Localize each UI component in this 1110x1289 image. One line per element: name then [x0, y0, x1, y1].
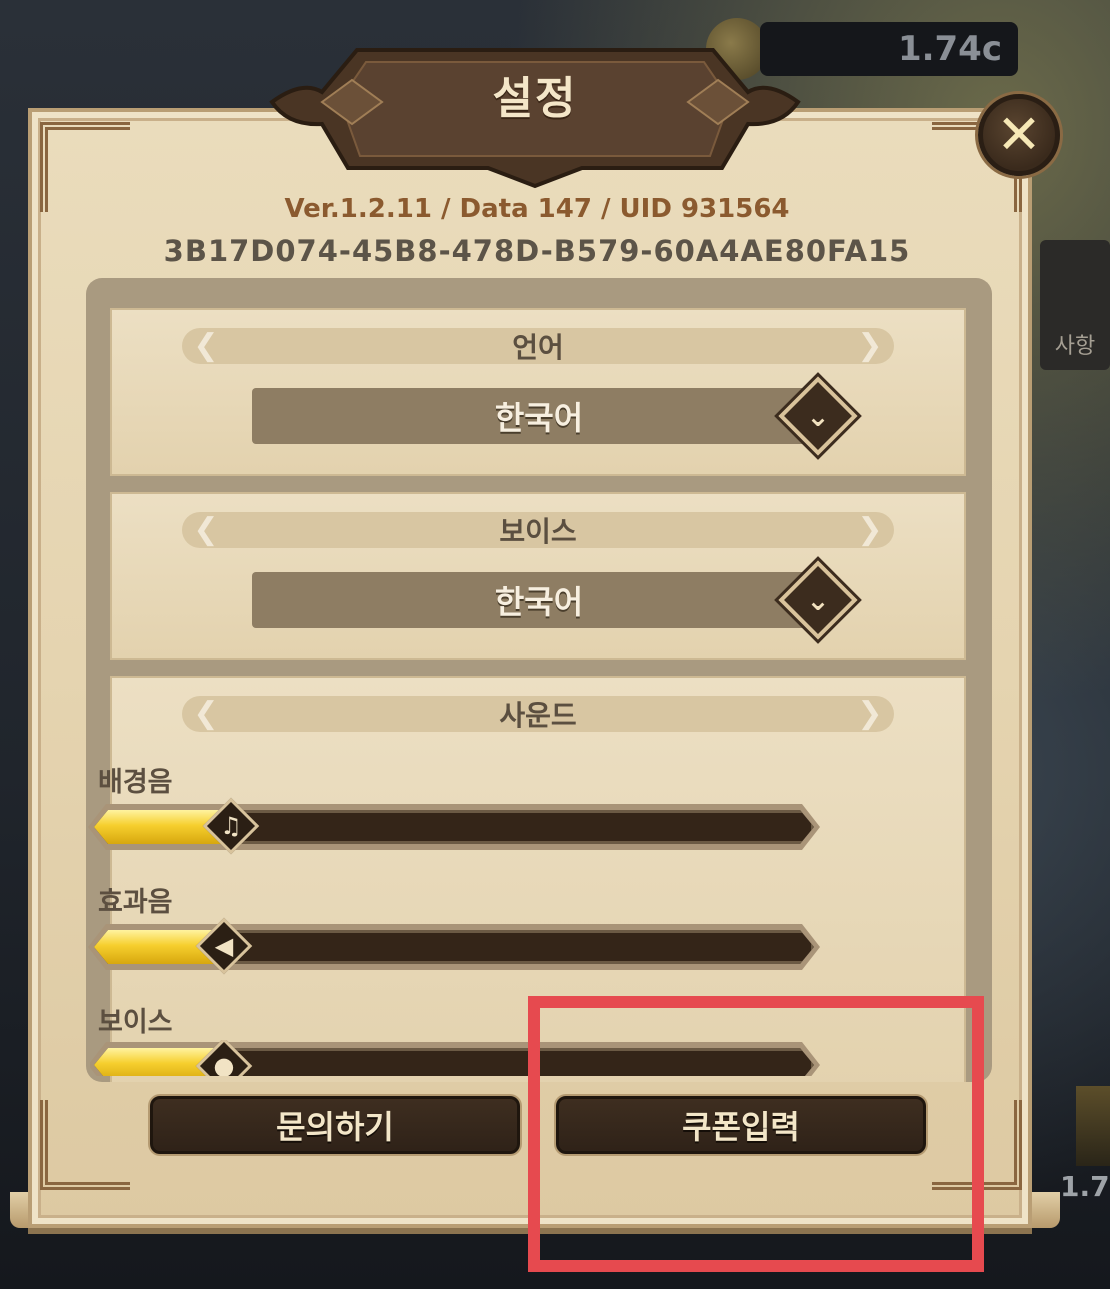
bgm-slider[interactable]: [94, 810, 814, 844]
chevron-down-icon: ⌄: [806, 583, 830, 617]
music-note-icon: ♫: [220, 812, 242, 840]
side-thumbnail: [1076, 1086, 1110, 1166]
voice-header: ❮ 보이스 ❯: [182, 512, 894, 548]
flourish-left-icon: ❮: [193, 328, 219, 363]
chevron-down-icon: ⌄: [806, 399, 830, 433]
side-notice-label: 사항: [1054, 334, 1096, 359]
inquiry-button[interactable]: 문의하기: [150, 1096, 520, 1154]
highlight-annotation: [528, 996, 984, 1272]
voice-card: ❮ 보이스 ❯ 한국어 ⌄: [110, 492, 966, 660]
language-card: ❮ 언어 ❯ 한국어 ⌄: [110, 308, 966, 476]
sound-header: ❮ 사운드 ❯: [182, 696, 894, 732]
voice-selected: 한국어: [494, 583, 584, 621]
corner-ornament: [40, 1100, 130, 1190]
close-icon: ✕: [996, 103, 1042, 166]
language-dropdown[interactable]: 한국어: [252, 388, 826, 444]
voice-dropdown[interactable]: 한국어: [252, 572, 826, 628]
microphone-icon: ●: [213, 1052, 235, 1076]
close-button[interactable]: ✕: [978, 94, 1060, 176]
flourish-right-icon: ❯: [857, 696, 883, 731]
version-info: Ver.1.2.11 / Data 147 / UID 931564: [284, 194, 790, 224]
inquiry-button-label: 문의하기: [276, 1108, 394, 1146]
speaker-icon: ◀: [214, 932, 234, 960]
device-id: 3B17D074-45B8-478D-B579-60A4AE80FA15: [163, 234, 911, 268]
dialog-title: 설정: [492, 73, 578, 124]
language-selected: 한국어: [494, 399, 584, 437]
voice-volume-label: 보이스: [98, 1007, 173, 1038]
title-banner: 설정: [262, 40, 808, 190]
voice-header-label: 보이스: [499, 515, 577, 548]
language-header: ❮ 언어 ❯: [182, 328, 894, 364]
flourish-left-icon: ❮: [193, 512, 219, 547]
flourish-right-icon: ❯: [857, 328, 883, 363]
bgm-label: 배경음: [98, 767, 173, 798]
side-value: 1.7: [1060, 1170, 1110, 1203]
language-header-label: 언어: [512, 331, 564, 364]
sfx-label: 효과음: [98, 887, 173, 918]
sound-header-label: 사운드: [499, 699, 577, 732]
flourish-right-icon: ❯: [857, 512, 883, 547]
flourish-left-icon: ❮: [193, 696, 219, 731]
